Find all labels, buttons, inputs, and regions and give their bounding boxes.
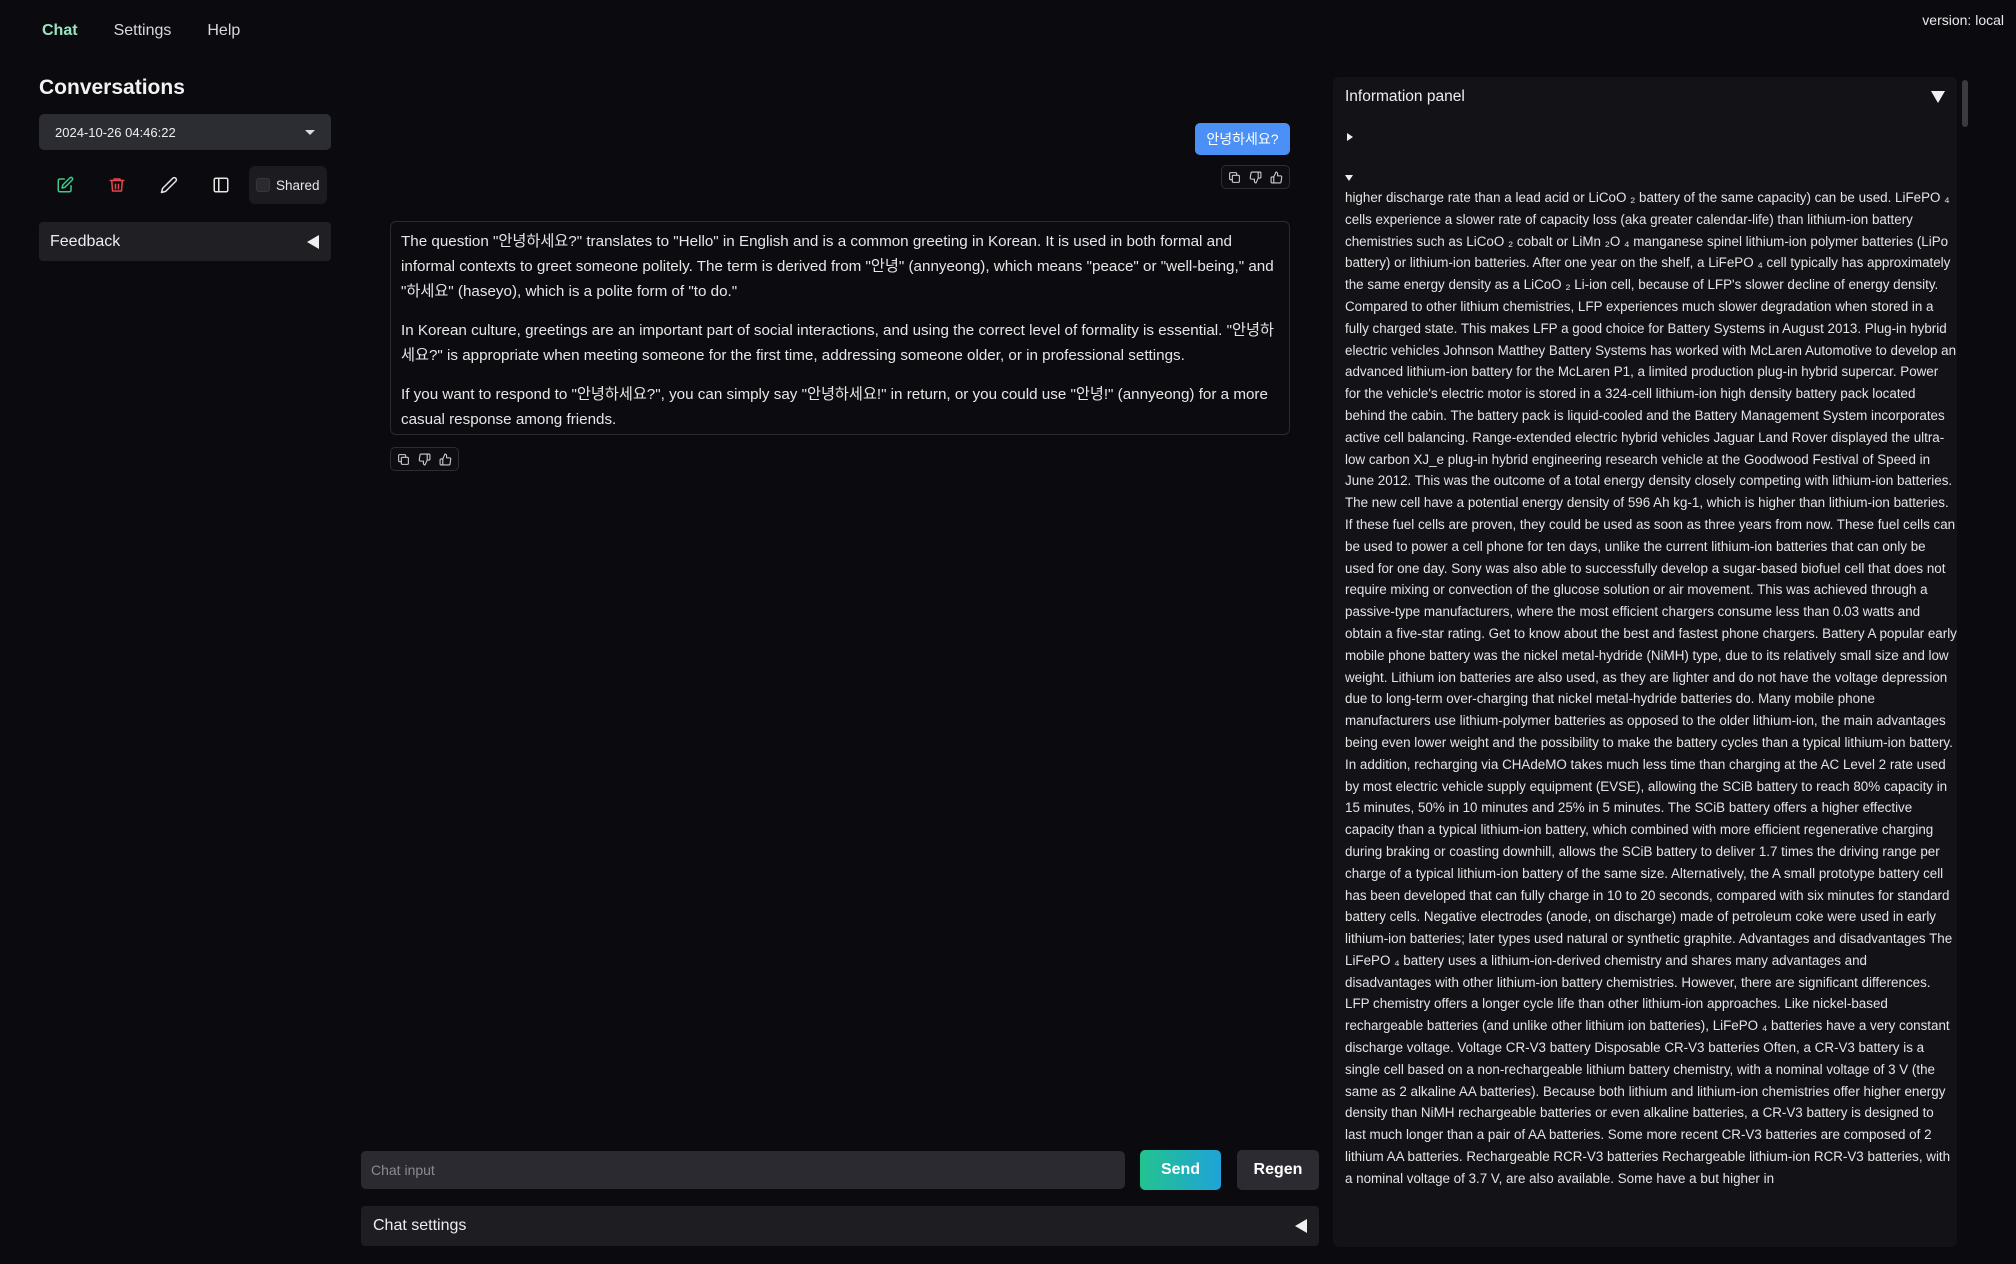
shared-label: Shared — [276, 177, 320, 193]
thumbs-down-icon — [1249, 171, 1262, 183]
assistant-paragraph: If you want to respond to "안녕하세요?", you … — [401, 386, 1268, 428]
info-panel-text: higher discharge rate than a lead acid o… — [1345, 190, 1957, 1186]
rename-conversation-button[interactable] — [143, 165, 195, 205]
conversation-selected-value: 2024-10-26 04:46:22 — [55, 124, 176, 140]
conversation-actions: Shared — [39, 165, 331, 205]
new-chat-icon — [57, 176, 74, 193]
chat-settings-accordion[interactable]: Chat settings — [361, 1206, 1319, 1246]
send-button[interactable]: Send — [1140, 1150, 1221, 1190]
top-nav: Chat Settings Help — [42, 22, 240, 40]
info-panel-header[interactable]: Information panel — [1333, 77, 1957, 117]
shared-toggle[interactable]: Shared — [249, 166, 327, 204]
collapse-down-icon — [1931, 91, 1945, 103]
nav-chat[interactable]: Chat — [42, 22, 78, 40]
shared-checkbox[interactable] — [256, 178, 270, 192]
new-conversation-button[interactable] — [39, 165, 91, 205]
thumbs-up-icon — [1270, 171, 1283, 183]
nav-settings[interactable]: Settings — [114, 22, 172, 40]
version-label: version: local — [1922, 12, 2004, 28]
thumbs-down-icon — [418, 453, 431, 465]
user-message-bubble: 안녕하세요? — [1195, 123, 1290, 155]
conversations-title: Conversations — [39, 76, 185, 99]
thumbs-up-icon — [439, 453, 452, 465]
sidebar-layout-icon — [213, 177, 229, 193]
feedback-accordion[interactable]: Feedback — [39, 222, 331, 261]
dislike-button[interactable] — [416, 451, 433, 468]
copy-icon — [1229, 171, 1240, 183]
chevron-down-icon — [305, 129, 315, 135]
delete-conversation-button[interactable] — [91, 165, 143, 205]
pencil-icon — [160, 176, 178, 194]
trash-icon — [109, 178, 125, 192]
conversation-select[interactable]: 2024-10-26 04:46:22 — [39, 114, 331, 150]
sidebar: Conversations 2024-10-26 04:46:22 Shared… — [39, 76, 331, 261]
collapse-left-icon — [307, 234, 319, 249]
assistant-message: The question "안녕하세요?" translates to "Hel… — [390, 221, 1290, 435]
chat-settings-label: Chat settings — [373, 1217, 467, 1234]
feedback-label: Feedback — [50, 232, 121, 250]
copy-button[interactable] — [1226, 169, 1243, 186]
chat-input[interactable] — [361, 1151, 1125, 1189]
regen-button[interactable]: Regen — [1237, 1150, 1319, 1190]
like-button[interactable] — [437, 451, 454, 468]
information-panel: Information panel higher discharge rate … — [1333, 77, 1957, 1247]
collapse-left-icon — [1295, 1219, 1307, 1233]
assistant-paragraph: The question "안녕하세요?" translates to "Hel… — [401, 233, 1274, 300]
nav-help[interactable]: Help — [207, 22, 240, 40]
scrollbar[interactable] — [1962, 80, 1968, 127]
chat-input-field[interactable] — [361, 1151, 1125, 1189]
copy-icon — [398, 453, 409, 465]
expand-down-icon[interactable] — [1345, 175, 1353, 181]
dislike-button[interactable] — [1247, 169, 1264, 186]
info-panel-title: Information panel — [1345, 88, 1465, 105]
copy-button[interactable] — [395, 451, 412, 468]
assistant-message-toolbar — [390, 447, 459, 471]
user-message-toolbar — [1221, 165, 1290, 189]
toggle-panel-button[interactable] — [195, 165, 247, 205]
expand-right-icon[interactable] — [1347, 133, 1353, 141]
like-button[interactable] — [1268, 169, 1285, 186]
assistant-paragraph: In Korean culture, greetings are an impo… — [401, 322, 1274, 364]
